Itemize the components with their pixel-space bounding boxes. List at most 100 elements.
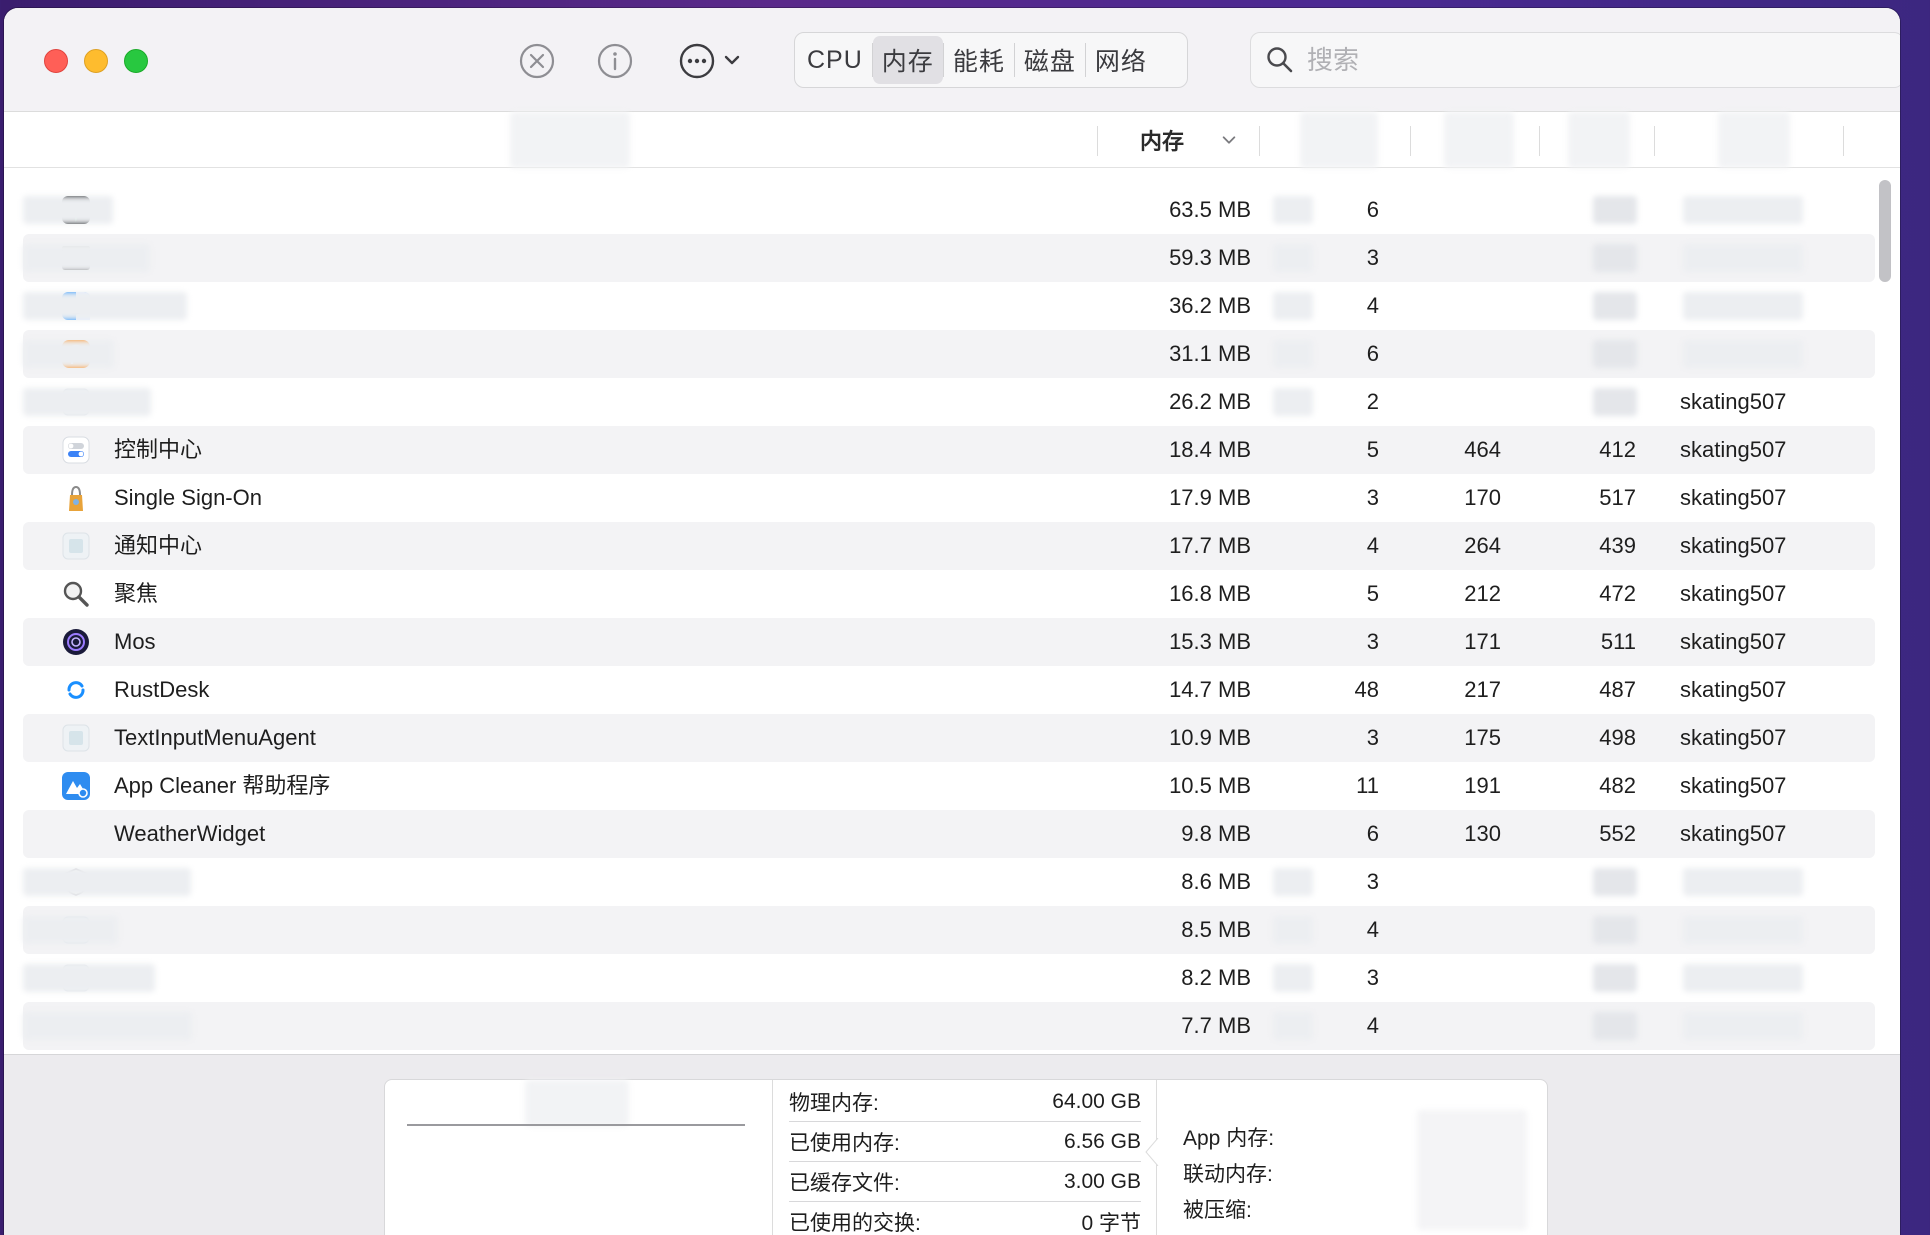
compressed-label: 被压缩: (1183, 1199, 1252, 1222)
minimize-window-button[interactable] (84, 49, 108, 73)
threads-value: 5 (1366, 581, 1379, 606)
tab-cpu[interactable]: CPU (798, 36, 872, 84)
blurred-cell (1593, 916, 1637, 944)
memory-value: 8.6 MB (1181, 869, 1251, 894)
threads-value: 2 (1366, 389, 1379, 414)
pid-value: 552 (1599, 821, 1636, 846)
blurred-process-name (23, 964, 155, 992)
ports-value: 171 (1464, 629, 1501, 654)
blurred-cell (1683, 196, 1803, 224)
process-name: 通知中心 (114, 533, 203, 558)
tab-network[interactable]: 网络 (1086, 36, 1156, 84)
user-value: skating507 (1680, 773, 1787, 798)
app-cleaner-icon (61, 771, 91, 801)
column-divider (1410, 126, 1411, 156)
blurred-cell (1593, 964, 1637, 992)
more-actions-icon[interactable] (678, 42, 748, 80)
close-window-button[interactable] (44, 49, 68, 73)
threads-value: 4 (1366, 917, 1379, 942)
threads-value: 3 (1366, 485, 1379, 510)
table-row[interactable]: TextInputMenuAgent 10.9 MB 3 175 498 skating5… (23, 714, 1875, 762)
scrollbar-thumb[interactable] (1879, 180, 1891, 282)
table-row[interactable]: 26.2 MB 2 skating507 (23, 378, 1875, 426)
memory-value: 16.8 MB (1169, 581, 1251, 606)
info-icon[interactable] (596, 42, 634, 80)
stat-label: 物理内存: (789, 1091, 879, 1115)
process-name: TextInputMenuAgent (114, 725, 316, 750)
blurred-cell (1593, 340, 1637, 368)
table-row[interactable]: 通知中心 17.7 MB 4 264 439 skating507 (23, 522, 1875, 570)
memory-column-label: 内存 (1140, 129, 1185, 154)
blurred-cell (1273, 292, 1313, 320)
control-center-icon (61, 435, 91, 465)
pid-value: 517 (1599, 485, 1636, 510)
table-row[interactable]: 8.6 MB 3 (23, 858, 1875, 906)
table-row[interactable]: 8.2 MB 3 (23, 954, 1875, 1002)
table-row[interactable]: 63.5 MB 6 (23, 186, 1875, 234)
stop-process-icon[interactable] (518, 42, 556, 80)
column-divider (1097, 126, 1098, 156)
search-input[interactable] (1307, 44, 1807, 76)
blurred-header (510, 112, 630, 168)
zoom-window-button[interactable] (124, 49, 148, 73)
blurred-cell (1273, 340, 1313, 368)
tab-energy[interactable]: 能耗 (944, 36, 1014, 84)
generic-app-icon (61, 531, 91, 561)
threads-value: 6 (1366, 197, 1379, 222)
tab-disk[interactable]: 磁盘 (1015, 36, 1085, 84)
table-row[interactable]: WeatherWidget 9.8 MB 6 130 552 skating507 (23, 810, 1875, 858)
table-row[interactable]: 控制中心 18.4 MB 5 464 412 skating507 (23, 426, 1875, 474)
blurred-cell (1683, 868, 1803, 896)
tab-memory[interactable]: 内存 (872, 36, 943, 84)
table-row[interactable]: 聚焦 16.8 MB 5 212 472 skating507 (23, 570, 1875, 618)
scrollbar[interactable] (1876, 176, 1894, 1056)
memory-value: 31.1 MB (1169, 341, 1251, 366)
ports-value: 170 (1464, 485, 1501, 510)
memory-value: 59.3 MB (1169, 245, 1251, 270)
table-row[interactable]: Mos 15.3 MB 3 171 511 skating507 (23, 618, 1875, 666)
user-value: skating507 (1680, 581, 1787, 606)
pid-value: 439 (1599, 533, 1636, 558)
search-field[interactable] (1250, 32, 1900, 88)
blurred-cell (1273, 868, 1313, 896)
process-name: Single Sign-On (114, 485, 262, 510)
stat-label: 已缓存文件: (789, 1171, 900, 1195)
table-row[interactable]: App Cleaner 帮助程序 10.5 MB 11 191 482 skating50… (23, 762, 1875, 810)
pid-value: 487 (1599, 677, 1636, 702)
table-row[interactable]: 31.1 MB 6 (23, 330, 1875, 378)
app-memory-label: App 内存: (1183, 1127, 1275, 1150)
toolbar: CPU 内存 能耗 磁盘 网络 (4, 8, 1900, 112)
table-row[interactable]: 8.5 MB 4 (23, 906, 1875, 954)
table-row[interactable]: 59.3 MB 3 (23, 234, 1875, 282)
threads-value: 4 (1366, 293, 1379, 318)
table-row[interactable]: Single Sign-On 17.9 MB 3 170 517 skating507 (23, 474, 1875, 522)
memory-value: 9.8 MB (1181, 821, 1251, 846)
blurred-process-name (23, 292, 187, 320)
spotlight-icon (61, 579, 91, 609)
table-row[interactable]: 36.2 MB 4 (23, 282, 1875, 330)
memory-breakdown: App 内存: 联动内存: 被压缩: (1157, 1080, 1549, 1235)
threads-value: 3 (1366, 869, 1379, 894)
blurred-cell (1683, 244, 1803, 272)
memory-column-header[interactable]: 内存 (1140, 112, 1238, 168)
user-value: skating507 (1680, 629, 1787, 654)
process-name: 聚焦 (114, 581, 159, 606)
memory-value: 10.9 MB (1169, 725, 1251, 750)
blurred-cell (1683, 964, 1803, 992)
rustdesk-icon (61, 675, 91, 705)
threads-value: 48 (1354, 677, 1379, 702)
stat-label: 已使用内存: (789, 1131, 900, 1155)
table-row[interactable]: 7.7 MB 4 (23, 1002, 1875, 1050)
ports-value: 175 (1464, 725, 1501, 750)
blurred-cell (1593, 244, 1637, 272)
table-header: 内存 (4, 112, 1900, 168)
blurred-process-name (23, 916, 118, 944)
blurred-cell (1683, 1012, 1803, 1040)
user-value: skating507 (1680, 725, 1787, 750)
blurred-cell (1273, 1012, 1313, 1040)
blurred-cell (1273, 964, 1313, 992)
graph-baseline (407, 1124, 745, 1126)
table-row[interactable]: RustDesk 14.7 MB 48 217 487 skating507 (23, 666, 1875, 714)
blurred-cell (1593, 388, 1637, 416)
memory-pressure-graph (385, 1080, 773, 1235)
